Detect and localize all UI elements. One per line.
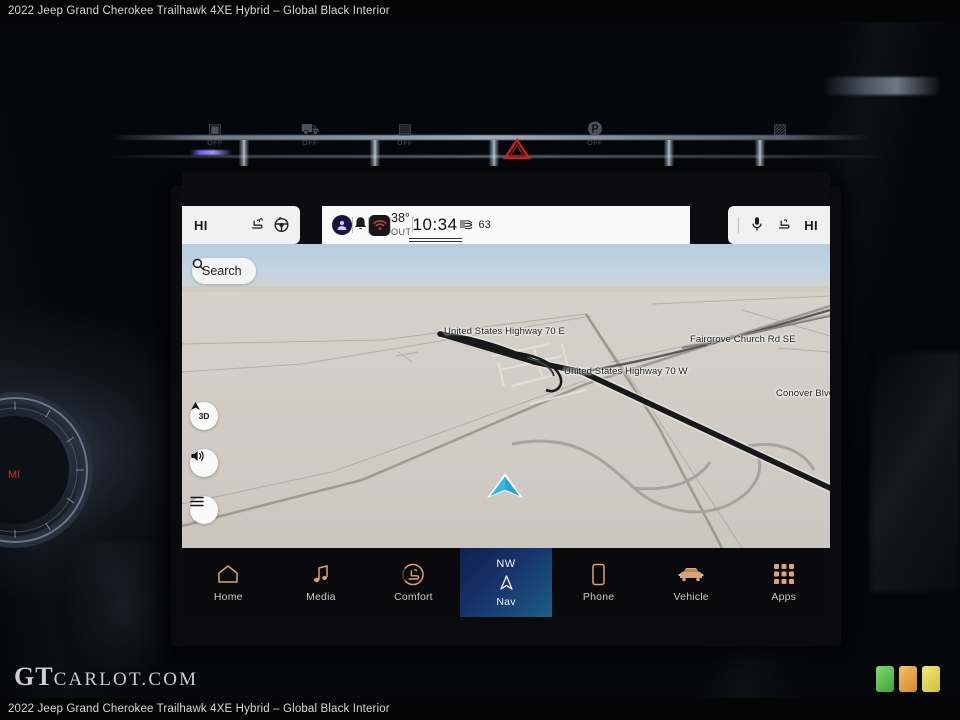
status-bar-center-group: 38° OUT 10:34 63 (322, 206, 690, 244)
nav-label: Apps (771, 591, 797, 603)
road-label: Conover Blvd (776, 388, 830, 399)
home-icon (217, 562, 239, 586)
navigation-arrow-icon (191, 402, 200, 410)
road-label: United States Highway 70 E (444, 326, 565, 337)
hard-key-sublabel: OFF (587, 140, 603, 147)
nav-label: Home (213, 591, 243, 603)
driver-profile-label[interactable]: HI (194, 218, 208, 233)
passenger-seat-heat-icon[interactable] (775, 217, 792, 234)
map-view-label: 3D (198, 410, 210, 421)
apps-grid-icon (773, 562, 795, 586)
status-bar-right-group: HI (728, 206, 830, 244)
status-divider (738, 217, 740, 233)
hazard-triangle-icon (503, 138, 531, 160)
nav-item-apps[interactable]: Apps (737, 548, 830, 617)
compass-arrow-icon (499, 575, 513, 591)
search-icon (192, 258, 205, 271)
rear-defrost-icon: ▨ (772, 121, 788, 138)
swatch-green[interactable] (876, 666, 894, 692)
nav-item-comfort[interactable]: Comfort (367, 548, 460, 617)
swatch-orange[interactable] (899, 666, 917, 692)
watermark-rest: CARLOT.COM (53, 669, 199, 690)
road-label: Fairgrove Church Rd SE (690, 334, 796, 345)
parking-assist-icon: 🅟 (587, 121, 603, 138)
lane-keep-assist-icon: ▤ (397, 121, 413, 138)
vehicle-position-arrow (487, 473, 523, 498)
temperature-label: OUT (391, 227, 412, 237)
nav-item-media[interactable]: Media (275, 548, 368, 617)
nav-label: Nav (496, 595, 516, 608)
notifications-bell-icon[interactable] (353, 216, 368, 234)
climate-readout[interactable]: 63 (458, 218, 491, 232)
status-bar: HI 38° OUT 10:34 63 HI (182, 206, 830, 244)
hard-key-sublabel: OFF (207, 140, 223, 147)
music-note-icon (311, 562, 331, 586)
search-placeholder: Search (202, 264, 242, 278)
road-label: United States Highway 70 W (564, 366, 688, 377)
map-menu-button[interactable] (190, 496, 218, 524)
nav-label: Phone (582, 591, 615, 603)
color-swatches (876, 666, 940, 692)
climate-fan-icon (459, 220, 472, 230)
nav-label: Vehicle (673, 591, 709, 603)
hard-key-traction-control[interactable]: ⛟ OFF (280, 120, 340, 160)
bottom-nav-bar: Home Media Comfort NW Nav Phone Vehicle … (182, 548, 830, 617)
nav-label: Media (306, 591, 336, 603)
traction-control-icon: ⛟ (300, 121, 320, 138)
status-bar-left-group: HI (182, 206, 300, 244)
hard-key-sublabel: OFF (397, 140, 413, 147)
heated-steering-wheel-icon[interactable] (273, 216, 290, 235)
hard-key-row: ▣ OFF ⛟ OFF ▤ OFF 🅟 OFF ▨ (180, 120, 820, 162)
nav-item-nav[interactable]: NW Nav (459, 548, 553, 617)
swatch-yellow[interactable] (922, 666, 940, 692)
wifi-hotspot-icon[interactable] (369, 214, 390, 236)
seat-heat-icon[interactable] (248, 217, 265, 234)
nav-label: Comfort (394, 591, 433, 603)
infotainment-screen: HI 38° OUT 10:34 63 HI United States Hig… (182, 172, 830, 617)
hard-key-lane-keep[interactable]: ▤ OFF (375, 120, 435, 160)
hazard-lights-button[interactable] (503, 138, 531, 160)
parking-sensor-icon: ▣ (207, 121, 223, 138)
hard-key-parking-assist[interactable]: 🅟 OFF (565, 120, 625, 160)
hard-key-indicator-light (190, 150, 232, 155)
nav-item-vehicle[interactable]: Vehicle (645, 548, 738, 617)
clock[interactable]: 10:34 (408, 215, 462, 239)
nav-item-home[interactable]: Home (182, 548, 275, 617)
phone-icon (591, 562, 606, 586)
top-caption: 2022 Jeep Grand Cherokee Trailhawk 4XE H… (8, 5, 390, 17)
watermark-bold: GT (14, 662, 54, 691)
instrument-cluster-gauge: MI (0, 392, 93, 548)
site-watermark: GTCARLOT.COM (14, 662, 198, 692)
user-profile-icon[interactable] (332, 215, 352, 235)
navigation-map[interactable]: United States Highway 70 E Fairgrove Chu… (182, 244, 830, 548)
outside-temperature: 38° OUT (391, 212, 412, 238)
speaker-volume-icon (191, 451, 204, 461)
microphone-icon[interactable] (751, 216, 763, 234)
passenger-profile-label[interactable]: HI (804, 218, 818, 233)
vehicle-car-icon (676, 562, 706, 586)
hard-key-sublabel: OFF (302, 140, 318, 147)
map-view-3d-button[interactable]: 3D (190, 402, 218, 430)
temperature-value: 38° (391, 211, 410, 225)
nav-item-phone[interactable]: Phone (552, 548, 645, 617)
door-panel-highlight (870, 352, 960, 592)
hamburger-menu-icon (190, 496, 204, 507)
hard-key-rear-defrost[interactable]: ▨ (750, 120, 810, 160)
bottom-caption: 2022 Jeep Grand Cherokee Trailhawk 4XE H… (0, 698, 960, 720)
search-input[interactable]: Search (192, 258, 256, 284)
svg-text:MI: MI (8, 469, 20, 481)
nav-heading: NW (496, 557, 516, 570)
door-trim-highlight (822, 77, 942, 95)
comfort-seat-icon (401, 562, 425, 586)
map-volume-button[interactable] (190, 449, 218, 477)
climate-value: 63 (478, 219, 491, 231)
